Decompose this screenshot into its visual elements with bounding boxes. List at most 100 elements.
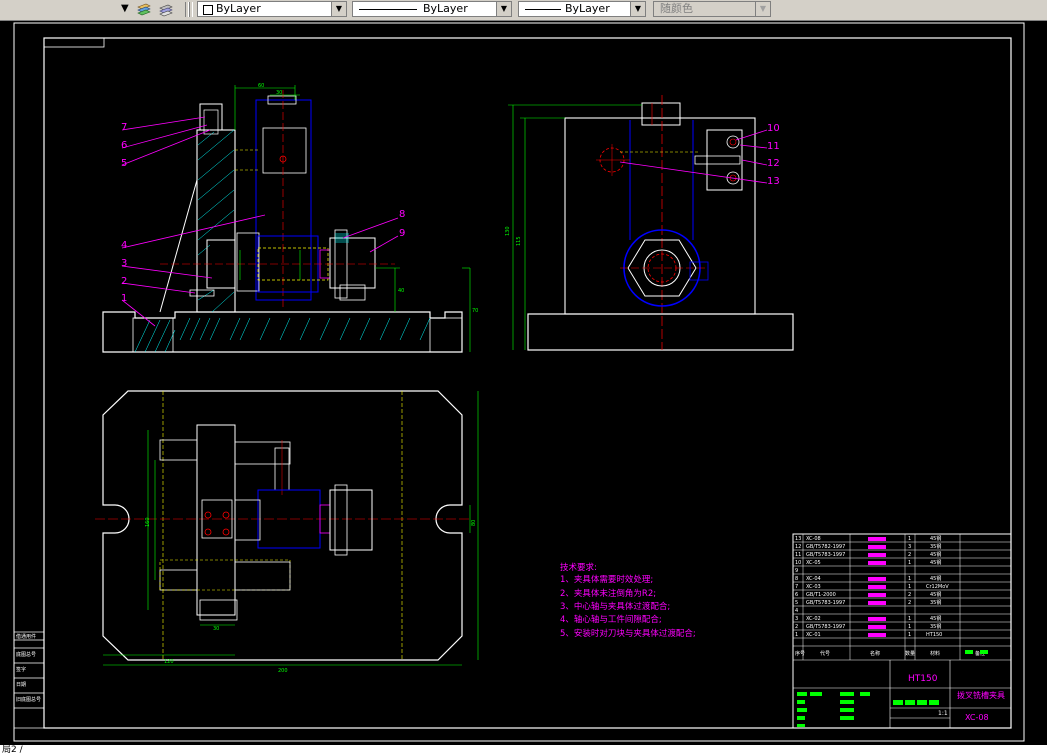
sheet-inner-border [43, 37, 1012, 729]
bom-no: 10 [795, 560, 801, 566]
bom-header: 代号 [820, 650, 830, 657]
bom-mat: 45钢 [930, 551, 941, 558]
bom-code: XC-02 [806, 616, 821, 622]
bom-code: XC-05 [806, 560, 821, 566]
bom-no: 7 [795, 584, 798, 590]
title-scale: 1:1 [938, 710, 948, 717]
dim-label: 70 [472, 308, 478, 314]
color-combo[interactable]: ByLayer ▼ [197, 1, 347, 17]
dim-label: 30 [213, 626, 219, 632]
bom-mat: Cr12MoV [926, 584, 949, 590]
dim-label: 200 [278, 668, 288, 674]
tech-req-title: 技术要求: [560, 562, 597, 573]
part-label: 2 [121, 276, 127, 287]
bom-mat: 35钢 [930, 623, 941, 630]
chevron-down-icon: ▼ [755, 2, 770, 16]
bom-qty: 2 [908, 592, 911, 598]
properties-toolbar: ▼ ByLayer ▼ ByLayer ▼ ByLayer ▼ 随颜色 ▼ [0, 0, 1047, 21]
bom-qty: 1 [908, 616, 911, 622]
part-label: 7 [121, 122, 127, 133]
bom-mat: 45钢 [930, 591, 941, 598]
linetype-combo[interactable]: ByLayer ▼ [352, 1, 512, 17]
bom-qty: 2 [908, 552, 911, 558]
dim-label: 130 [505, 226, 511, 236]
part-label: 12 [767, 158, 780, 169]
bom-mat: 35钢 [930, 599, 941, 606]
toolbar-separator [189, 2, 193, 17]
bom-no: 2 [795, 624, 798, 630]
stamp-text: 底图总号 [16, 651, 36, 658]
command-text: 局2 / [2, 745, 23, 755]
chevron-down-icon[interactable]: ▼ [496, 2, 511, 16]
part-label: 10 [767, 123, 780, 134]
dim-label: 40 [398, 288, 404, 294]
bom-header: 名称 [870, 650, 880, 657]
dim-label: 80 [471, 520, 477, 526]
model-space-canvas[interactable]: 借通用件 底图总号 签字 日期 旧底图总号 60 30 40 70 7 6 5 … [0, 20, 1047, 745]
linetype-combo-label: ByLayer [423, 2, 468, 15]
part-label: 6 [121, 140, 127, 151]
stamp-text: 签字 [16, 666, 26, 673]
bom-qty: 1 [908, 584, 911, 590]
lineweight-preview-icon [525, 9, 561, 10]
title-material: HT150 [908, 674, 938, 684]
bom-qty: 1 [908, 624, 911, 630]
bom-qty: 1 [908, 576, 911, 582]
stamp-text: 日期 [16, 682, 26, 688]
bom-no: 9 [795, 568, 798, 574]
part-label: 11 [767, 141, 780, 152]
tech-req-line: 1、夹具体需要时效处理; [560, 574, 653, 585]
chevron-down-icon[interactable]: ▼ [630, 2, 645, 16]
part-label: 3 [121, 258, 127, 269]
tech-req-line: 4、轴心轴与工件间隙配合; [560, 614, 662, 625]
bom-no: 4 [795, 608, 798, 614]
technical-requirements: 技术要求: 1、夹具体需要时效处理; 2、夹具体未注倒角为R2; 3、中心轴与夹… [560, 562, 696, 639]
bom-header: 序号 [795, 650, 805, 657]
drawing-svg: 借通用件 底图总号 签字 日期 旧底图总号 60 30 40 70 7 6 5 … [13, 22, 1025, 742]
stamp-text: 旧底图总号 [16, 696, 41, 703]
command-line[interactable]: 局2 / [0, 745, 1047, 755]
bom-qty: 2 [908, 600, 911, 606]
bom-qty: 3 [908, 544, 911, 550]
lineweight-combo[interactable]: ByLayer ▼ [518, 1, 646, 17]
bom-qty: 1 [908, 560, 911, 566]
dim-label: 115 [516, 236, 522, 246]
side-view: 130 115 10 11 12 13 [505, 95, 794, 351]
tech-req-line: 3、中心轴与夹具体过渡配合; [560, 601, 670, 612]
part-label: 1 [121, 293, 127, 304]
top-view: 200 120 30 160 80 [95, 390, 479, 674]
chevron-down-icon[interactable]: ▼ [331, 2, 346, 16]
bom-code: XC-03 [806, 584, 821, 590]
bom-qty: 1 [908, 536, 911, 542]
layer-previous-icon[interactable] [136, 2, 152, 17]
bom-code: GB/T5783-1997 [806, 624, 845, 630]
bom-mat: 35钢 [930, 543, 941, 550]
plotstyle-combo-label: 随颜色 [660, 2, 693, 15]
part-label: 8 [399, 209, 405, 220]
front-view: 60 30 40 70 7 6 5 4 3 2 1 8 9 [102, 83, 478, 353]
bom-no: 11 [795, 552, 801, 558]
bom-no: 1 [795, 632, 798, 638]
dim-label: 30 [276, 90, 282, 96]
bom-no: 12 [795, 544, 801, 550]
bom-no: 13 [795, 536, 801, 542]
corner-box [43, 37, 105, 48]
bom-no: 5 [795, 600, 798, 606]
dim-label: 60 [258, 83, 264, 89]
bom-mat: 45钢 [930, 559, 941, 566]
tech-req-line: 5、安装时对刀块与夹具体过渡配合; [560, 628, 696, 639]
bom-header: 数量 [905, 650, 915, 657]
layer-dropdown-arrow-icon[interactable]: ▼ [121, 3, 129, 14]
bom-code: GB/T5782-1997 [806, 544, 845, 550]
bom-code: XC-01 [806, 632, 821, 638]
bom-code: XC-04 [806, 576, 821, 582]
part-label: 4 [121, 240, 127, 251]
part-label: 9 [399, 228, 405, 239]
bom-code: GB/T5783-1997 [806, 552, 845, 558]
tech-req-line: 2、夹具体未注倒角为R2; [560, 588, 656, 599]
title-name: 拨叉铣槽夹具 [957, 690, 1005, 700]
lineweight-combo-label: ByLayer [565, 2, 610, 15]
title-block: HT150 拨叉铣槽夹具 XC-08 1:1 [793, 650, 1011, 728]
bom-mat: 45钢 [930, 535, 941, 542]
layer-states-icon[interactable] [158, 2, 174, 17]
